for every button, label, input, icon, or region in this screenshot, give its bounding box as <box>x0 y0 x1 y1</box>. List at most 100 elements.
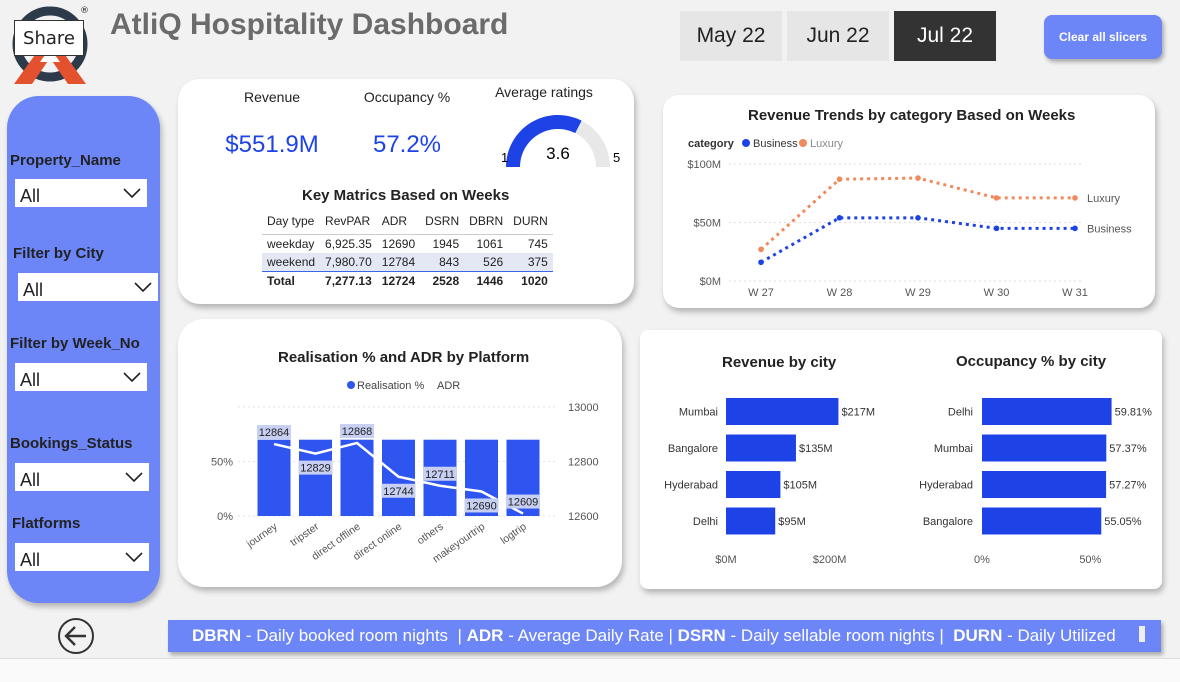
y-tick-label: $0M <box>700 276 721 288</box>
week-filter-label: Filter by Week_No <box>10 335 140 352</box>
occupancy-city-title: Occupancy % by city <box>956 353 1107 370</box>
month-jul-button[interactable]: Jul 22 <box>894 11 996 61</box>
category-label: Delhi <box>693 516 718 528</box>
booking-status-value: All <box>20 470 41 490</box>
glossary-text: - Average Daily Rate | <box>503 626 678 645</box>
table-cell: 12784 <box>376 253 421 272</box>
bar <box>726 471 781 498</box>
x-tick-label: 50% <box>1079 554 1101 566</box>
data-label: 57.27% <box>1109 480 1147 492</box>
filter-sidebar: Property_Name All Filter by City All Fil… <box>7 96 160 603</box>
bar <box>726 434 796 462</box>
revenue-label: Revenue <box>243 89 301 105</box>
share-button[interactable]: Share <box>14 20 84 56</box>
back-arrow-icon[interactable] <box>56 616 96 656</box>
glossary-bar: DBRN - Daily booked room nights | ADR - … <box>168 620 1161 652</box>
table-cell: 7,277.13 <box>320 271 377 290</box>
platform-chart: Realisation % ADR 0% 50% 12600 12800 13000 jo… <box>211 380 599 565</box>
col-header: DBRN <box>469 214 504 228</box>
page-title: AtliQ Hospitality Dashboard <box>110 8 509 41</box>
table-cell: 1945 <box>420 234 465 253</box>
platforms-filter-label: Flatforms <box>12 515 81 532</box>
table-cell: 12724 <box>376 271 421 290</box>
gauge-value: 3.6 <box>546 144 570 163</box>
table-cell: weekday <box>262 234 321 253</box>
data-point <box>758 259 764 266</box>
category-label: Mumbai <box>679 407 718 419</box>
clear-all-slicers-button[interactable]: Clear all slicers <box>1044 15 1162 59</box>
platform-chart-title: Realisation % and ADR by Platform <box>278 349 530 366</box>
platforms-filter-dropdown[interactable]: All <box>15 543 149 571</box>
bar <box>982 471 1107 498</box>
data-point <box>915 175 921 181</box>
legend-business-label: Business <box>753 138 798 150</box>
data-point <box>836 215 843 221</box>
week-filter-value: All <box>20 370 41 390</box>
x-tick-label: $0M <box>715 554 736 566</box>
booking-status-dropdown[interactable]: All <box>15 463 149 491</box>
ratings-label: Average ratings <box>495 84 593 100</box>
table-row: weekday 6,925.35 12690 1945 1061 745 <box>262 234 553 253</box>
legend-realisation-marker <box>347 381 355 389</box>
bar-realisation <box>257 439 291 516</box>
data-point <box>758 246 764 253</box>
data-label: 12690 <box>466 500 497 512</box>
glossary-scrollbar[interactable] <box>1139 626 1145 642</box>
city-filter-dropdown[interactable]: All <box>18 273 158 301</box>
category-label: Mumbai <box>934 443 973 455</box>
registered-mark: ® <box>80 6 89 16</box>
col-header: RevPAR <box>325 214 371 228</box>
revenue-city-title: Revenue by city <box>722 354 837 371</box>
month-may-button[interactable]: May 22 <box>680 11 782 61</box>
glossary-abbr: DSRN <box>677 626 726 645</box>
y-right-tick: 12800 <box>568 457 599 469</box>
month-jun-button[interactable]: Jun 22 <box>787 11 889 61</box>
bar <box>982 434 1107 462</box>
data-point <box>993 195 1000 201</box>
y-tick-label: $100M <box>687 159 721 171</box>
property-name-dropdown[interactable]: All <box>15 179 147 207</box>
booking-status-label: Bookings_Status <box>10 435 133 452</box>
data-point <box>1072 195 1078 201</box>
col-header: DURN <box>513 214 548 228</box>
city-filter-value: All <box>23 280 44 300</box>
x-tick-label: W 27 <box>748 287 774 299</box>
atliq-logo: ® Share <box>10 4 92 84</box>
table-cell: 843 <box>420 253 465 272</box>
table-cell: 375 <box>508 253 553 272</box>
y-right-tick: 13000 <box>568 402 599 414</box>
bar <box>726 398 839 425</box>
data-label: 12868 <box>342 426 373 438</box>
revenue-value: $551.9M <box>225 131 319 158</box>
x-tick-label: tripster <box>288 520 322 549</box>
table-cell: 526 <box>464 253 509 272</box>
data-point <box>915 215 921 221</box>
trend-chart-title: Revenue Trends by category Based on Week… <box>748 107 1076 124</box>
table-header-row: Day type RevPAR ADR DSRN DBRN DURN <box>262 211 553 235</box>
x-tick-label: 0% <box>974 554 990 566</box>
property-name-value: All <box>20 186 41 206</box>
week-filter-dropdown[interactable]: All <box>15 363 147 391</box>
table-cell: 1446 <box>464 271 509 290</box>
platforms-filter-value: All <box>20 550 41 570</box>
chevron-down-icon <box>134 282 152 293</box>
category-label: Delhi <box>948 407 973 419</box>
data-label: 55.05% <box>1104 516 1142 528</box>
data-label: $95M <box>778 516 806 528</box>
series-line-luxury <box>760 176 1075 251</box>
x-tick-label: W 31 <box>1062 287 1088 299</box>
property-name-label: Property_Name <box>10 152 121 169</box>
legend-business-marker <box>742 139 750 147</box>
table-cell: 6,925.35 <box>320 234 377 253</box>
city-charts: Mumbai $217M Bangalore $135M Hyderabad $105M D… <box>664 398 1152 566</box>
legend-realisation-label: Realisation % <box>357 380 424 392</box>
x-tick-label: logtrip <box>498 521 528 547</box>
gauge-fill <box>506 114 582 167</box>
glossary-text: - Daily sellable room nights | <box>725 626 954 645</box>
data-label: $105M <box>783 480 817 492</box>
table-row: weekend 7,980.70 12784 843 526 375 <box>262 253 553 272</box>
x-tick-label: W 29 <box>905 287 931 299</box>
legend-luxury-marker <box>799 139 807 147</box>
status-strip <box>0 658 1180 682</box>
chevron-down-icon <box>125 472 143 483</box>
